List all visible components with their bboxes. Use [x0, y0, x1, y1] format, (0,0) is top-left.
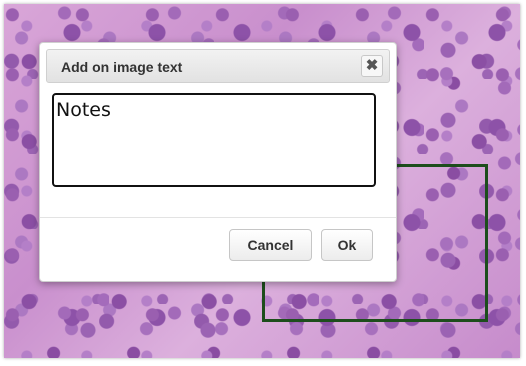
- close-icon: ✖: [365, 57, 379, 74]
- ok-button[interactable]: Ok: [321, 229, 373, 261]
- dialog-header: Add on image text ✖: [46, 49, 390, 83]
- cancel-button[interactable]: Cancel: [229, 229, 312, 261]
- image-viewer[interactable]: Add on image text ✖ Cancel Ok: [4, 4, 520, 358]
- notes-textarea[interactable]: [52, 93, 376, 187]
- close-button[interactable]: ✖: [361, 55, 383, 77]
- dialog-title: Add on image text: [61, 59, 183, 75]
- dialog-divider: [40, 217, 396, 218]
- add-text-dialog: Add on image text ✖ Cancel Ok: [39, 42, 397, 282]
